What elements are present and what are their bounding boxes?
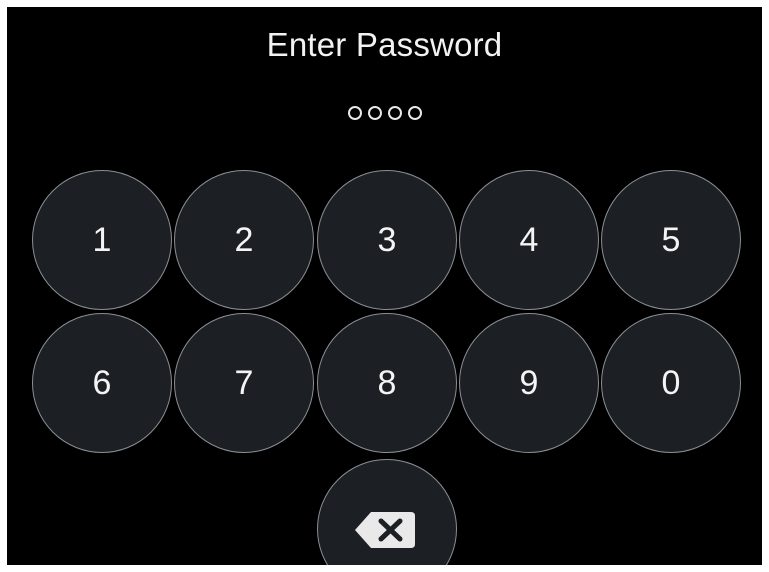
keypad-key-9[interactable]: 9 [459, 313, 599, 453]
password-dots [7, 106, 762, 124]
keypad-key-4[interactable]: 4 [459, 170, 599, 310]
keypad-key-label: 0 [661, 364, 681, 402]
keypad-key-label: 7 [234, 364, 254, 402]
keypad-key-3[interactable]: 3 [317, 170, 457, 310]
keypad-key-label: 5 [661, 221, 681, 259]
keypad-key-label: 2 [234, 221, 254, 259]
page-title: Enter Password [266, 26, 503, 63]
delete-button[interactable] [317, 459, 457, 565]
keypad-key-1[interactable]: 1 [32, 170, 172, 310]
password-dot-1 [347, 106, 362, 120]
keypad-key-5[interactable]: 5 [601, 170, 741, 310]
password-dot-2 [367, 106, 382, 120]
backspace-icon [355, 512, 415, 548]
keypad-key-label: 1 [92, 221, 112, 259]
password-dot-4 [407, 106, 422, 120]
keypad-key-6[interactable]: 6 [32, 313, 172, 453]
keypad-key-8[interactable]: 8 [317, 313, 457, 453]
keypad-key-label: 6 [92, 364, 112, 402]
keypad-key-label: 4 [519, 221, 539, 259]
password-dot-3 [387, 106, 402, 120]
keypad-key-2[interactable]: 2 [174, 170, 314, 310]
keypad-key-label: 3 [377, 221, 397, 259]
keypad-key-7[interactable]: 7 [174, 313, 314, 453]
keypad-key-label: 8 [377, 364, 397, 402]
keypad-key-label: 9 [519, 364, 539, 402]
keypad-key-0[interactable]: 0 [601, 313, 741, 453]
lock-screen: Enter Password 1 2 3 4 5 6 7 8 9 0 [7, 7, 762, 565]
